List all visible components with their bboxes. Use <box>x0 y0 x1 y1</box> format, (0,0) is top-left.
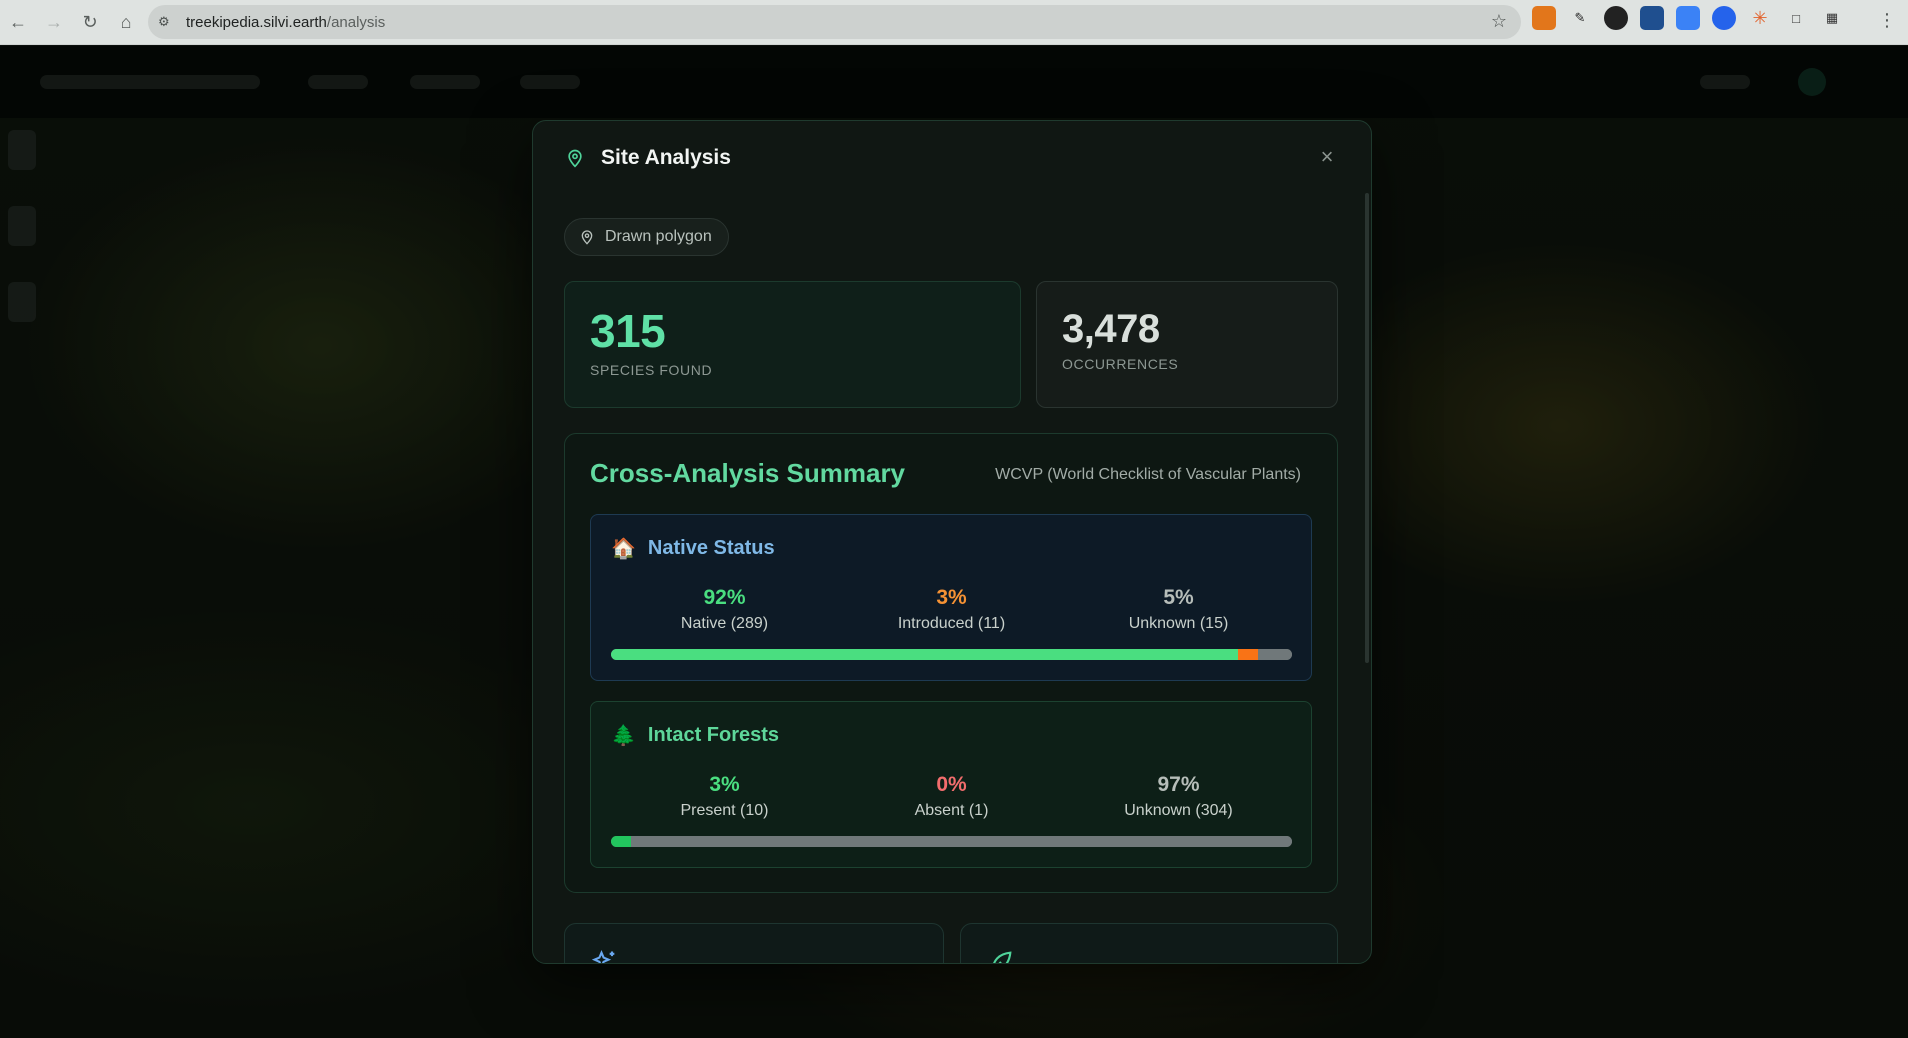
claude-extension-icon[interactable]: ✳ <box>1748 6 1772 30</box>
metric-value: 5% <box>1163 586 1194 609</box>
intact-forests-title: Intact Forests <box>647 724 780 746</box>
metric-label: Absent (1) <box>914 802 989 819</box>
metric-native: 92% Native (289) <box>611 585 838 633</box>
extension-icon[interactable] <box>1712 6 1736 30</box>
metric-present: 3% Present (10) <box>611 772 838 820</box>
reload-icon[interactable]: ↻ <box>72 4 108 40</box>
occurrences-label: OCCURRENCES <box>1062 356 1179 372</box>
metric-label: Unknown (15) <box>1128 615 1229 632</box>
metric-label: Introduced (11) <box>897 615 1006 632</box>
native-status-panel: 🏠 Native Status 92% Native (289) 3% Intr… <box>590 514 1312 681</box>
map-pin-icon <box>581 230 593 245</box>
browser-toolbar: ← → ↻ ⌂ ⚙ treekipedia.silvi.earth/analys… <box>0 0 1908 45</box>
summary-source: WCVP (World Checklist of Vascular Plants… <box>995 466 1301 483</box>
forward-icon[interactable]: → <box>36 4 72 40</box>
extension-icon[interactable] <box>1676 6 1700 30</box>
metric-value: 97% <box>1157 773 1200 796</box>
metric-value: 0% <box>936 773 967 796</box>
occurrences-count: 3,478 <box>1062 307 1160 351</box>
browser-menu-icon[interactable]: ⋮ <box>1878 10 1896 31</box>
site-analysis-modal: Site Analysis × Drawn polygon 315 SPECIE… <box>532 120 1372 964</box>
house-icon: 🏠 <box>611 537 636 560</box>
metric-label: Unknown (304) <box>1124 802 1233 819</box>
intact-forests-panel: 🌲 Intact Forests 3% Present (10) 0% Abse… <box>590 701 1312 868</box>
metric-label: Native (289) <box>680 615 769 632</box>
bar-segment <box>1237 649 1258 660</box>
bar-segment <box>611 836 632 847</box>
metric-value: 3% <box>936 586 967 609</box>
evergreen-tree-icon: 🌲 <box>611 724 636 747</box>
back-icon[interactable]: ← <box>0 4 36 40</box>
extension-icon[interactable] <box>1604 6 1628 30</box>
metric-absent: 0% Absent (1) <box>838 772 1065 820</box>
sparkles-icon <box>591 950 615 963</box>
leaf-card[interactable] <box>960 923 1338 963</box>
home-icon[interactable]: ⌂ <box>108 4 144 40</box>
summary-title: Cross-Analysis Summary <box>590 458 906 488</box>
metric-value: 3% <box>709 773 740 796</box>
intact-forests-bar <box>611 836 1292 847</box>
bar-segment <box>611 649 1238 660</box>
pen-extension-icon[interactable]: ✎ <box>1568 6 1592 30</box>
metric-unknown: 97% Unknown (304) <box>1065 772 1292 820</box>
metric-unknown: 5% Unknown (15) <box>1065 585 1292 633</box>
site-info-icon[interactable]: ⚙ <box>158 14 178 30</box>
extensions-puzzle-icon[interactable]: ▦ <box>1820 6 1844 30</box>
address-bar[interactable]: ⚙ treekipedia.silvi.earth/analysis ☆ <box>148 5 1521 39</box>
species-count: 315 <box>590 305 666 357</box>
extension-icon[interactable]: □ <box>1784 6 1808 30</box>
metamask-extension-icon[interactable] <box>1532 6 1556 30</box>
species-label: SPECIES FOUND <box>590 362 713 378</box>
native-status-bar <box>611 649 1292 660</box>
cross-analysis-summary: Cross-Analysis Summary WCVP (World Check… <box>564 433 1338 893</box>
sparkles-card[interactable] <box>564 923 944 963</box>
metric-label: Present (10) <box>680 802 769 819</box>
modal-body: Drawn polygon 315 SPECIES FOUND 3,478 OC… <box>564 121 1338 963</box>
area-source-chip: Drawn polygon <box>564 218 729 256</box>
modal-scrollbar[interactable] <box>1365 193 1369 663</box>
native-status-title: Native Status <box>647 537 775 559</box>
metric-value: 92% <box>703 586 746 609</box>
extension-icon[interactable] <box>1640 6 1664 30</box>
bar-segment <box>1257 649 1292 660</box>
metric-introduced: 3% Introduced (11) <box>838 585 1065 633</box>
occurrences-card: 3,478 OCCURRENCES <box>1036 281 1338 408</box>
bar-segment <box>631 836 1292 847</box>
bookmark-star-icon[interactable]: ☆ <box>1491 11 1507 32</box>
url-text: treekipedia.silvi.earth/analysis <box>186 13 386 31</box>
area-source-label: Drawn polygon <box>605 228 712 245</box>
species-found-card: 315 SPECIES FOUND <box>564 281 1021 408</box>
leaf-icon <box>993 951 1012 963</box>
